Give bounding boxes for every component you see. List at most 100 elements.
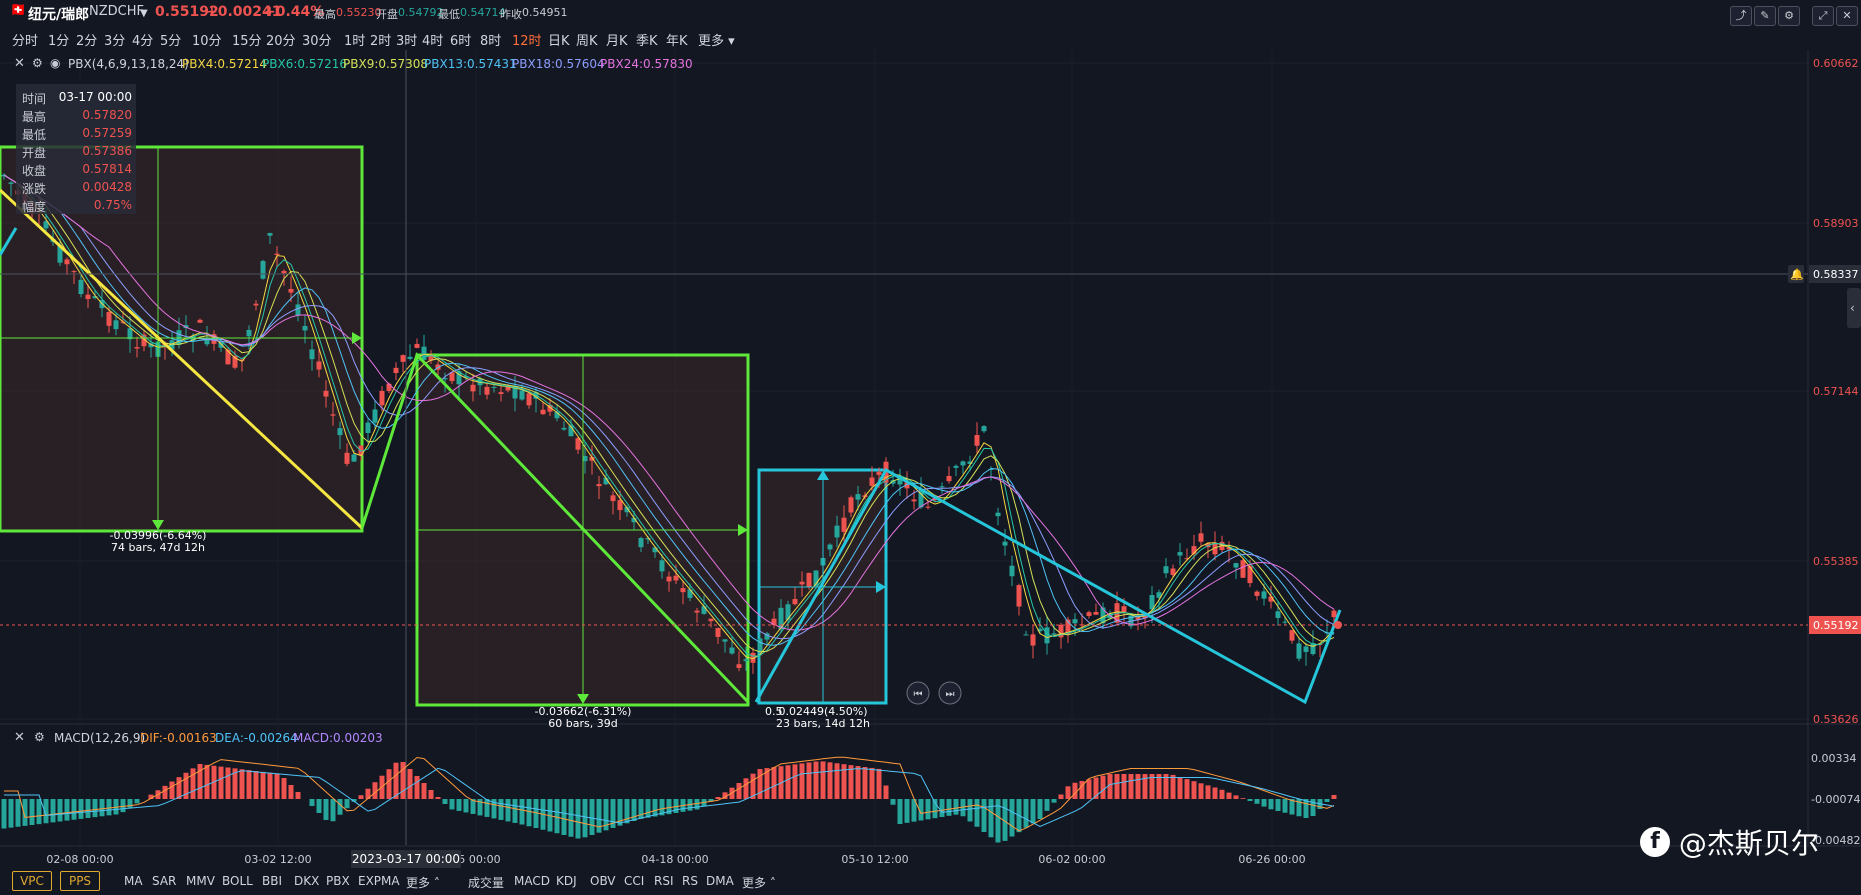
macd-bar [652, 799, 658, 817]
main-indicator-3[interactable]: BOLL [222, 874, 253, 888]
bell-icon: 🔔 [1790, 268, 1804, 281]
period-0[interactable]: 分时 [12, 30, 38, 49]
info-value: 03-17 00:00 [58, 90, 132, 104]
macd-bar [715, 797, 721, 799]
macd-bar [50, 799, 56, 823]
settings-icon[interactable]: ⚙ [1778, 6, 1800, 26]
candle-body [876, 471, 882, 475]
sub-indicator-6[interactable]: RS [682, 874, 698, 888]
macd-bar [281, 778, 287, 799]
main-indicator-5[interactable]: DKX [294, 874, 319, 888]
sub-indicator-4[interactable]: CCI [624, 874, 644, 888]
main-indicator-0[interactable]: MA [124, 874, 143, 888]
main-indicator-8[interactable]: 更多 ˄ [406, 874, 440, 891]
candle-body [1275, 611, 1281, 618]
drawing-tool-icon[interactable]: ⤴ [1730, 6, 1752, 26]
period-21[interactable]: 年K [666, 30, 688, 49]
period-9[interactable]: 30分 [302, 30, 332, 49]
sub-indicator-1[interactable]: MACD [514, 874, 550, 888]
price-chart[interactable]: -0.03996(-6.64%) 74 bars, 47d 12h -0.036… [0, 50, 1861, 895]
gear-icon[interactable]: ⚙ [34, 730, 45, 744]
candle-body [267, 233, 273, 236]
chevron-down-icon[interactable]: ▼ [140, 8, 148, 19]
candle-body [134, 347, 140, 349]
gear-icon[interactable]: ⚙ [32, 56, 43, 70]
sub-indicator-8[interactable]: 更多 ˄ [742, 874, 776, 891]
macd-bar [29, 799, 35, 825]
period-18[interactable]: 周K [576, 30, 598, 49]
candle-body [526, 393, 532, 406]
period-16[interactable]: 12时 [512, 30, 542, 49]
period-14[interactable]: 6时 [450, 30, 471, 49]
pen-icon[interactable]: ✎ [1754, 6, 1776, 26]
main-indicator-2[interactable]: MMV [186, 874, 215, 888]
info-key: 时间 [22, 92, 47, 106]
period-4[interactable]: 4分 [132, 30, 153, 49]
candle-body [596, 484, 602, 487]
macd-bar [526, 799, 532, 827]
main-indicator-4[interactable]: BBI [262, 874, 282, 888]
sub-indicator-3[interactable]: OBV [590, 874, 616, 888]
period-19[interactable]: 月K [606, 30, 628, 49]
sub-indicator-7[interactable]: DMA [706, 874, 734, 888]
period-10[interactable]: 1时 [344, 30, 365, 49]
macd-bar [15, 799, 21, 827]
period-11[interactable]: 2时 [370, 30, 391, 49]
macd-bar [449, 799, 455, 810]
main-indicator-1[interactable]: SAR [152, 874, 176, 888]
period-1[interactable]: 1分 [48, 30, 69, 49]
period-7[interactable]: 15分 [232, 30, 262, 49]
macd-bar [1268, 799, 1274, 810]
info-row: 最高 0.57820 [22, 108, 132, 126]
pill-pps[interactable]: PPS [60, 871, 100, 891]
period-13[interactable]: 4时 [422, 30, 443, 49]
period-2[interactable]: 2分 [76, 30, 97, 49]
period-12[interactable]: 3时 [396, 30, 417, 49]
high-value: 0.55230 [336, 6, 382, 19]
symbol-code[interactable]: NZDCHF [89, 4, 144, 19]
macd-bar [743, 778, 749, 799]
close-icon[interactable]: ✕ [14, 730, 25, 745]
period-5[interactable]: 5分 [160, 30, 181, 49]
candle-body [1009, 565, 1015, 577]
candle-body [288, 288, 294, 293]
main-indicator-6[interactable]: PBX [326, 874, 350, 888]
measure-3-line2: 23 bars, 14d 12h [776, 717, 870, 730]
candle-body [1296, 643, 1302, 659]
sub-indicator-0[interactable]: 成交量 [468, 874, 504, 891]
macd-bar [1184, 779, 1190, 799]
candle-body [316, 361, 322, 370]
period-8[interactable]: 20分 [266, 30, 296, 49]
sub-indicator-5[interactable]: RSI [654, 874, 674, 888]
symbol-name[interactable]: 纽元/瑞郎 [28, 4, 89, 24]
eye-icon[interactable]: ◉ [50, 56, 60, 70]
sub-indicator-2[interactable]: KDJ [556, 874, 577, 888]
candle-body [1247, 566, 1253, 584]
macd-bar [827, 762, 833, 799]
period-20[interactable]: 季K [636, 30, 658, 49]
candle-body [911, 499, 917, 502]
macd-bar [330, 799, 336, 822]
macd-bar [1114, 774, 1120, 799]
time-tick: 03-02 12:00 [244, 853, 311, 866]
close-icon[interactable]: ✕ [14, 56, 25, 71]
period-6[interactable]: 10分 [192, 30, 222, 49]
period-3[interactable]: 3分 [104, 30, 125, 49]
main-indicator-7[interactable]: EXPMA [358, 874, 400, 888]
macd-bar [309, 799, 315, 806]
pbx-item-3: PBX13:0.57431 [424, 57, 517, 71]
period-22[interactable]: 更多 ▾ [698, 30, 735, 49]
close-icon[interactable]: ✕ [1836, 6, 1858, 26]
macd-tick: 0.00334 [1811, 752, 1857, 765]
pbx-item-1: PBX6:0.57216 [262, 57, 347, 71]
watermark-text: @杰斯贝尔 [1678, 827, 1819, 860]
candle-body [1093, 611, 1099, 615]
candle-body [743, 659, 749, 662]
fullscreen-icon[interactable]: ⤢ [1812, 6, 1834, 26]
candle-body [1261, 591, 1267, 599]
period-17[interactable]: 日K [548, 30, 570, 49]
macd-bar [344, 799, 350, 809]
pbx-item-4: PBX18:0.57604 [512, 57, 605, 71]
pill-vpc[interactable]: VPC [12, 871, 52, 891]
period-15[interactable]: 8时 [480, 30, 501, 49]
